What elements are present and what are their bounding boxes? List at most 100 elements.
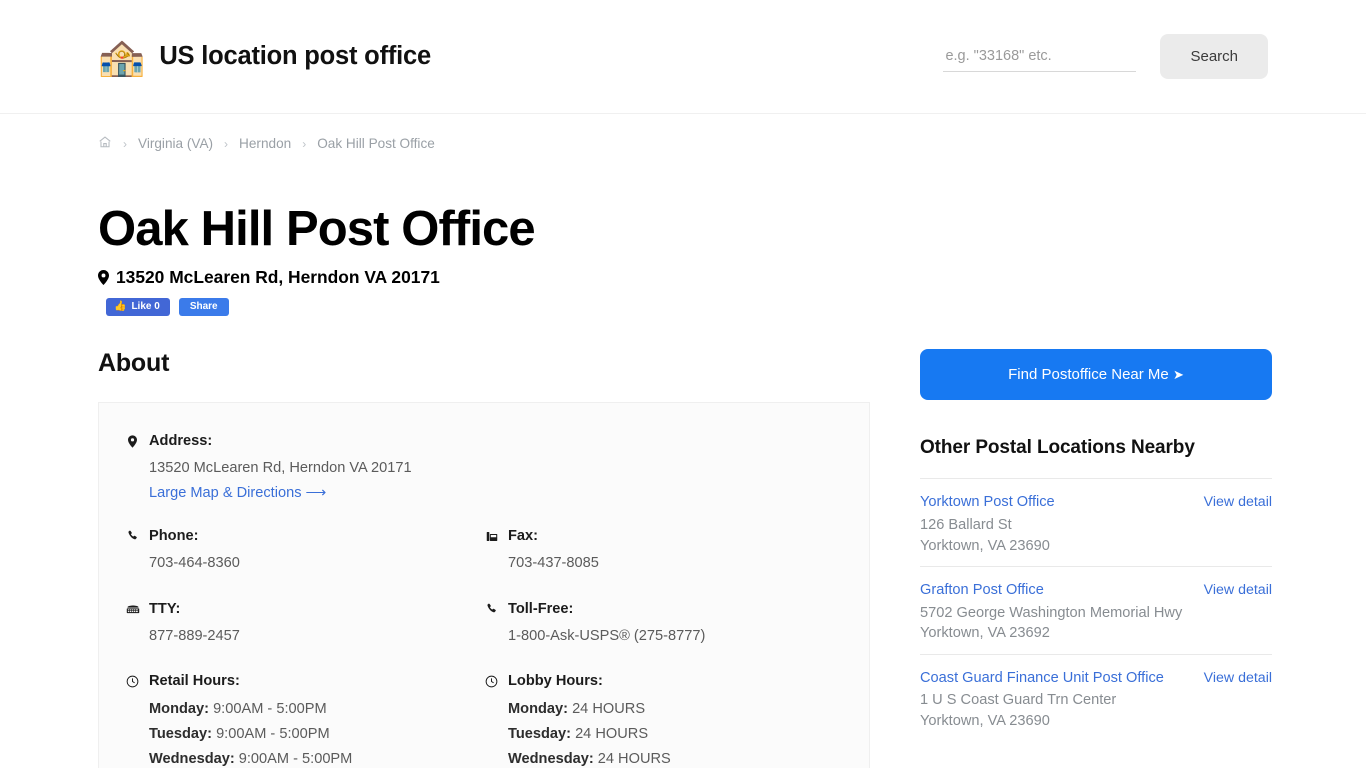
phone-value: 703-464-8360: [149, 555, 240, 572]
list-item: Coast Guard Finance Unit Post Office 1 U…: [920, 653, 1272, 742]
address-value: 13520 McLearen Rd, Herndon VA 20171: [149, 460, 412, 477]
breadcrumb-separator: ›: [224, 136, 229, 151]
hours-time: 9:00AM - 5:00PM: [213, 701, 327, 718]
tty-value: 877-889-2457: [149, 627, 240, 644]
hours-day: Wednesday:: [508, 751, 594, 768]
site-header: 🏤 US location post office Search: [0, 0, 1366, 114]
brand-logo-link[interactable]: 🏤 US location post office: [98, 38, 431, 76]
about-heading: About: [98, 349, 170, 378]
breadcrumb: › Virginia (VA) › Herndon › Oak Hill Pos…: [98, 114, 1268, 152]
sidebar: Find Postoffice Near Me ➤ Other Postal L…: [920, 349, 1272, 741]
hours-time: 24 HOURS: [572, 701, 646, 718]
nearby-location-city: Yorktown, VA 23692: [920, 625, 1050, 642]
tty-label-row: TTY:: [125, 601, 472, 617]
lobby-hours-label: Lobby Hours:: [508, 673, 603, 690]
phone-icon: [125, 530, 140, 542]
info-block-retail-hours: Retail Hours: Monday: 9:00AM - 5:00PM Tu…: [125, 673, 484, 768]
breadcrumb-home-link[interactable]: [98, 135, 112, 152]
view-detail-link[interactable]: View detail: [1204, 669, 1272, 686]
fax-label: Fax:: [508, 528, 539, 545]
about-card: Address: 13520 McLearen Rd, Herndon VA 2…: [98, 402, 870, 768]
page-address-text: 13520 McLearen Rd, Herndon VA 20171: [116, 267, 440, 288]
fax-icon: [484, 530, 499, 543]
map-pin-icon: [125, 435, 140, 448]
map-pin-icon: [98, 270, 109, 286]
breadcrumb-item-state[interactable]: Virginia (VA): [138, 136, 213, 151]
nearby-item-info: Yorktown Post Office 126 Ballard St York…: [920, 493, 1190, 556]
fax-label-row: Fax:: [484, 528, 831, 544]
page-address: 13520 McLearen Rd, Herndon VA 20171: [98, 267, 1268, 288]
hours-row: Tuesday: 24 HOURS: [508, 722, 831, 747]
list-item: Yorktown Post Office 126 Ballard St York…: [920, 478, 1272, 566]
title-block: Oak Hill Post Office 13520 McLearen Rd, …: [98, 152, 1268, 317]
hours-time: 9:00AM - 5:00PM: [216, 726, 330, 743]
hours-time: 9:00AM - 5:00PM: [238, 751, 353, 768]
body-grid: About Address: 13520 McLearen Rd, Herndo…: [98, 316, 1272, 768]
nearby-locations-list: Yorktown Post Office 126 Ballard St York…: [920, 478, 1272, 741]
toll-free-label-row: Toll-Free:: [484, 601, 831, 617]
view-detail-link[interactable]: View detail: [1204, 581, 1272, 598]
find-postoffice-near-me-button[interactable]: Find Postoffice Near Me ➤: [920, 349, 1272, 401]
retail-hours-label-row: Retail Hours:: [125, 673, 472, 689]
breadcrumb-separator: ›: [302, 136, 307, 151]
post-office-logo-icon: 🏤: [98, 35, 146, 78]
nearby-location-link[interactable]: Yorktown Post Office: [920, 493, 1190, 513]
lobby-hours-label-row: Lobby Hours:: [484, 673, 831, 689]
nearby-location-address: 5702 George Washington Memorial Hwy: [920, 604, 1183, 621]
search-button[interactable]: Search: [1160, 34, 1268, 79]
brand-title: US location post office: [159, 42, 431, 70]
address-label: Address:: [149, 433, 213, 450]
nearby-heading: Other Postal Locations Nearby: [920, 437, 1195, 459]
page-container: › Virginia (VA) › Herndon › Oak Hill Pos…: [0, 114, 1366, 768]
info-block-phone: Phone: 703-464-8360: [125, 528, 484, 575]
social-buttons: 👍 Like 0 Share: [106, 298, 1268, 317]
info-block-lobby-hours: Lobby Hours: Monday: 24 HOURS Tuesday: 2…: [484, 673, 843, 768]
nearby-location-link[interactable]: Coast Guard Finance Unit Post Office: [920, 669, 1190, 689]
nearby-location-address: 1 U S Coast Guard Trn Center: [920, 692, 1117, 709]
hours-row: Wednesday: 9:00AM - 5:00PM: [149, 747, 472, 768]
main-column: About Address: 13520 McLearen Rd, Herndo…: [98, 349, 870, 768]
info-block-fax: Fax: 703-437-8085: [484, 528, 843, 575]
info-block-tty: TTY: 877-889-2457: [125, 601, 484, 648]
retail-hours-list: Monday: 9:00AM - 5:00PM Tuesday: 9:00AM …: [149, 697, 472, 768]
toll-free-label: Toll-Free:: [508, 600, 574, 617]
hours-day: Monday:: [508, 701, 568, 718]
hours-row: Wednesday: 24 HOURS: [508, 747, 831, 768]
info-block-toll-free: Toll-Free: 1-800-Ask-USPS® (275-8777): [484, 601, 843, 648]
hours-row: Monday: 9:00AM - 5:00PM: [149, 697, 472, 722]
retail-hours-label: Retail Hours:: [149, 673, 240, 690]
search-input[interactable]: [943, 41, 1137, 72]
view-detail-link[interactable]: View detail: [1204, 493, 1272, 510]
hours-day: Wednesday:: [149, 751, 235, 768]
header-search-form: Search: [943, 34, 1268, 79]
home-icon: [99, 136, 111, 148]
list-item: Grafton Post Office 5702 George Washingt…: [920, 565, 1272, 654]
find-postoffice-label: Find Postoffice Near Me: [1008, 366, 1169, 384]
fax-value: 703-437-8085: [508, 555, 599, 572]
teletype-icon: [125, 603, 140, 614]
phone-icon: [484, 603, 499, 615]
hours-row: Monday: 24 HOURS: [508, 697, 831, 722]
about-info-grid: Address: 13520 McLearen Rd, Herndon VA 2…: [125, 433, 843, 768]
nearby-item-info: Coast Guard Finance Unit Post Office 1 U…: [920, 669, 1190, 732]
info-block-address: Address: 13520 McLearen Rd, Herndon VA 2…: [125, 433, 843, 502]
nearby-location-city: Yorktown, VA 23690: [920, 712, 1050, 729]
navigation-arrow-icon: ➤: [1172, 367, 1184, 383]
nearby-item-info: Grafton Post Office 5702 George Washingt…: [920, 581, 1190, 644]
nearby-location-link[interactable]: Grafton Post Office: [920, 581, 1190, 601]
hours-day: Tuesday:: [149, 726, 212, 743]
thumbs-up-icon: 👍: [114, 300, 127, 312]
clock-icon: [484, 675, 499, 688]
breadcrumb-item-city[interactable]: Herndon: [239, 136, 291, 151]
phone-label-row: Phone:: [125, 528, 472, 544]
nearby-location-address: 126 Ballard St: [920, 517, 1012, 534]
phone-label: Phone:: [149, 528, 199, 545]
address-label-row: Address:: [125, 433, 831, 449]
clock-icon: [125, 675, 140, 688]
hours-day: Monday:: [149, 701, 209, 718]
large-map-directions-link[interactable]: Large Map & Directions ⟶: [149, 484, 326, 501]
breadcrumb-separator: ›: [123, 136, 127, 151]
facebook-like-button[interactable]: 👍 Like 0: [106, 298, 170, 317]
facebook-share-button[interactable]: Share: [178, 298, 229, 317]
hours-time: 24 HOURS: [597, 751, 671, 768]
